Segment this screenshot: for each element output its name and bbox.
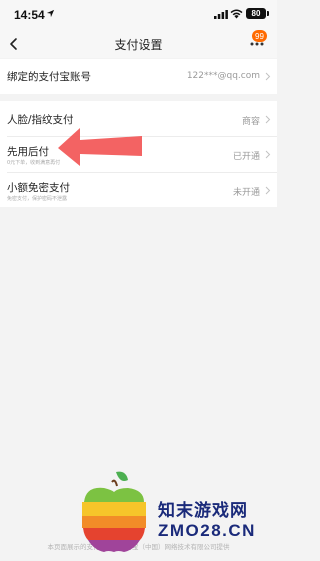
battery-level: 80 xyxy=(251,9,261,18)
battery-tip xyxy=(267,11,269,16)
watermark-site-domain: ZMO28.CN xyxy=(158,521,256,540)
pay-later-status: 已开通 xyxy=(232,152,260,162)
face-fingerprint-status: 商容 xyxy=(241,117,260,127)
location-arrow-icon xyxy=(46,9,55,18)
message-count-badge: 99 xyxy=(252,30,267,42)
watermark-apple-logo xyxy=(82,471,146,552)
chevron-right-icon xyxy=(265,186,271,195)
bound-account-value: 122***@qq.com xyxy=(186,71,260,81)
page-title: 支付设置 xyxy=(114,38,163,52)
small-password-free-payment-row[interactable]: 小额免密支付 免密支付，保护密码不泄露 未开通 xyxy=(0,173,277,207)
watermark-site-name: 知末游戏网 xyxy=(158,501,248,521)
bound-account-label: 绑定的支付宝账号 xyxy=(7,71,91,83)
battery-indicator: 80 xyxy=(246,8,266,19)
wifi-icon xyxy=(230,9,243,19)
bound-alipay-account-row[interactable]: 绑定的支付宝账号 122***@qq.com xyxy=(0,59,277,94)
account-card: 绑定的支付宝账号 122***@qq.com xyxy=(0,59,277,94)
pay-later-label: 先用后付 xyxy=(7,146,49,158)
small-password-free-description: 免密支付，保护密码不泄露 xyxy=(7,196,68,202)
red-annotation-arrow xyxy=(58,128,142,166)
chevron-right-icon xyxy=(265,150,271,159)
navigation-bar: 支付设置 99 xyxy=(0,30,277,58)
chevron-right-icon xyxy=(265,115,271,124)
chevron-right-icon xyxy=(265,72,271,81)
status-time: 14:54 xyxy=(14,8,45,22)
status-bar: 14:54 80 xyxy=(0,0,277,30)
cellular-signal-icon xyxy=(214,10,228,19)
pay-later-description: 0元下单，收到满意再付 xyxy=(7,160,61,166)
back-chevron-icon[interactable] xyxy=(6,36,22,52)
small-password-free-label: 小额免密支付 xyxy=(7,182,70,194)
small-password-free-status: 未开通 xyxy=(232,188,260,198)
